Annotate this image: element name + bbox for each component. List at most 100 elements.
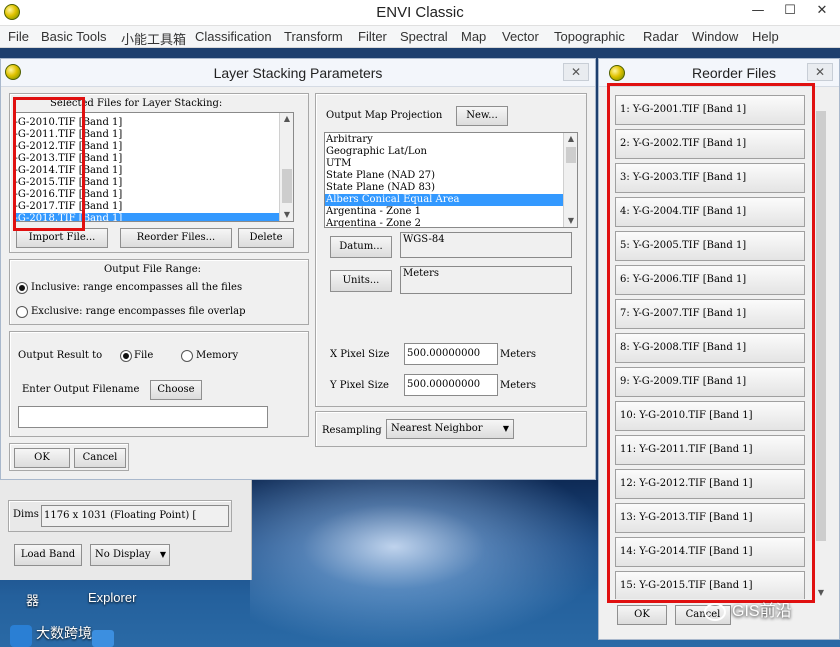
load-band-button[interactable]: Load Band [14,544,82,566]
x-pixel-size-input[interactable]: 500.00000000 [404,343,498,365]
menu-toolbox[interactable]: 小能工具箱 [121,29,186,48]
menu-help[interactable]: Help [752,29,779,44]
resampling-value: Nearest Neighbor [391,423,483,434]
desktop-shortcut-icon[interactable] [10,625,32,647]
new-projection-button[interactable]: New... [456,106,508,126]
menu-transform[interactable]: Transform [284,29,343,44]
output-file-range-label: Output File Range: [104,264,201,275]
scroll-down-icon[interactable]: ▼ [814,587,828,599]
datum-button[interactable]: Datum... [330,236,392,258]
exclusive-radio[interactable] [16,306,28,318]
output-file-label: File [134,350,154,361]
projection-group: Output Map Projection New... Arbitrary Ge… [315,93,587,407]
menu-classification[interactable]: Classification [195,29,272,44]
close-icon[interactable]: ✕ [563,63,589,81]
ok-button[interactable]: OK [14,448,70,468]
available-bands-panel: Dims 1176 x 1031 (Floating Point) [ Load… [0,480,252,580]
wechat-icon [704,602,726,621]
watermark-text: GIS前沿 [732,603,792,620]
envi-window-title: ENVI Classic [376,4,464,21]
resampling-label: Resampling [322,425,382,436]
desktop-icon-label-explorer[interactable]: Explorer [88,590,136,605]
highlight-box [13,97,85,231]
dropdown-arrow-icon: ▼ [159,550,166,559]
output-memory-label: Memory [196,350,239,361]
units-button[interactable]: Units... [330,270,392,292]
scroll-up-icon[interactable]: ▲ [564,133,577,145]
y-pixel-size-input[interactable]: 500.00000000 [404,374,498,396]
delete-button[interactable]: Delete [238,228,294,248]
inclusive-label: Inclusive: range encompasses all the fil… [31,282,243,293]
close-icon[interactable]: ✕ [802,0,840,22]
output-result-label: Output Result to [18,350,103,361]
display-select[interactable]: No Display ▼ [90,544,170,566]
selected-files-scrollbar[interactable]: ▲ ▼ [279,113,293,221]
dims-field: 1176 x 1031 (Floating Point) [ [41,505,229,527]
exclusive-label: Exclusive: range encompasses file overla… [31,306,246,317]
watermark: GIS前沿 [704,597,792,621]
y-pixel-size-label: Y Pixel Size [330,380,389,391]
projection-option[interactable]: Geographic Lat/Lon [325,146,563,158]
output-file-range-group: Output File Range: Inclusive: range enco… [9,259,309,325]
projection-option[interactable]: State Plane (NAD 27) [325,170,563,182]
output-filename-input[interactable] [18,406,268,428]
projection-option[interactable]: Arbitrary [325,134,563,146]
resampling-group: Resampling Nearest Neighbor ▼ [315,411,587,447]
menu-window[interactable]: Window [692,29,738,44]
y-pixel-units-label: Meters [500,380,537,391]
cancel-button[interactable]: Cancel [74,448,126,468]
reorder-ok-button[interactable]: OK [617,605,667,625]
desktop-icon-label[interactable]: 器 [26,590,39,609]
menu-spectral[interactable]: Spectral [400,29,448,44]
menu-file[interactable]: File [8,29,29,44]
x-pixel-units-label: Meters [500,349,537,360]
scroll-down-icon[interactable]: ▼ [564,215,577,227]
reorder-scrollbar[interactable]: ▼ [813,109,827,599]
scroll-thumb[interactable] [816,111,826,541]
scroll-down-icon[interactable]: ▼ [280,209,293,221]
projection-option[interactable]: Argentina - Zone 1 [325,206,563,218]
reorder-files-dialog: Reorder Files ✕ 1: Y-G-2001.TIF [Band 1]… [598,58,840,640]
scroll-thumb[interactable] [282,169,292,203]
ok-cancel-group: OK Cancel [9,443,129,471]
projection-option[interactable]: Albers Conical Equal Area [325,194,563,206]
resampling-select[interactable]: Nearest Neighbor ▼ [386,419,514,439]
menu-radar[interactable]: Radar [643,29,678,44]
menu-map[interactable]: Map [461,29,486,44]
dims-label: Dims [13,509,39,520]
menu-topographic[interactable]: Topographic [554,29,625,44]
reorder-files-button[interactable]: Reorder Files... [120,228,232,248]
desktop-shortcut-icon-2[interactable] [92,630,114,647]
projection-scrollbar[interactable]: ▲ ▼ [563,133,577,227]
projection-option[interactable]: State Plane (NAD 83) [325,182,563,194]
x-pixel-size-label: X Pixel Size [330,349,390,360]
highlight-box [607,83,815,603]
desktop-icon-label-cross-border[interactable]: 大数跨境 [36,623,92,643]
output-result-group: Output Result to File Memory Enter Outpu… [9,331,309,437]
envi-menubar: File Basic Tools 小能工具箱 Classification Tr… [0,26,840,48]
output-file-radio[interactable] [120,350,132,362]
import-file-button[interactable]: Import File... [16,228,108,248]
layer-stacking-titlebar: Layer Stacking Parameters ✕ [1,59,595,87]
scroll-up-icon[interactable]: ▲ [280,113,293,125]
projection-option[interactable]: UTM [325,158,563,170]
layer-stacking-dialog: Layer Stacking Parameters ✕ Selected Fil… [0,58,596,480]
menu-vector[interactable]: Vector [502,29,539,44]
choose-button[interactable]: Choose [150,380,202,400]
projection-option[interactable]: Argentina - Zone 2 [325,218,563,227]
scroll-thumb[interactable] [566,147,576,163]
dropdown-arrow-icon: ▼ [502,424,509,433]
output-filename-label: Enter Output Filename [22,384,140,395]
dims-group: Dims 1176 x 1031 (Floating Point) [ [8,500,232,532]
menu-basic-tools[interactable]: Basic Tools [41,29,107,44]
output-memory-radio[interactable] [181,350,193,362]
menu-filter[interactable]: Filter [358,29,387,44]
projection-label: Output Map Projection [326,110,443,121]
projection-list[interactable]: Arbitrary Geographic Lat/Lon UTM State Plan… [324,132,578,228]
units-field: Meters [400,266,572,294]
layer-stacking-title: Layer Stacking Parameters [213,65,383,81]
datum-field: WGS-84 [400,232,572,258]
envi-titlebar: ENVI Classic — ☐ ✕ [0,0,840,26]
wallpaper-glow [250,480,610,647]
inclusive-radio[interactable] [16,282,28,294]
